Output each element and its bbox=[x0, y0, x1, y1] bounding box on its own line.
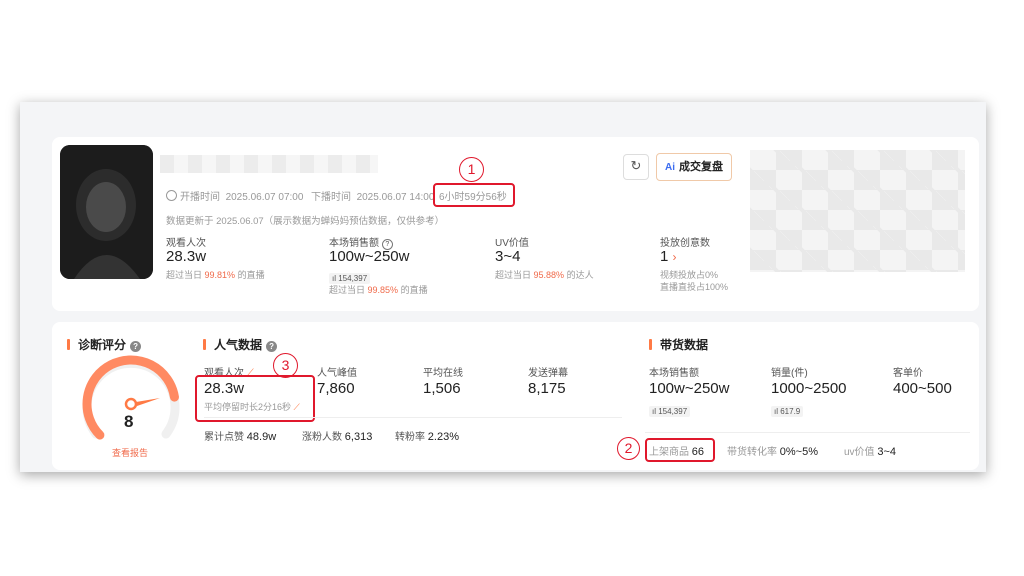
stat-viewers-label: 观看人次 bbox=[166, 238, 206, 249]
goods-volume-chip: ıl 617.9 bbox=[771, 401, 804, 419]
pop-peak-label: 人气峰值 bbox=[317, 368, 357, 379]
update-note: 数据更新于 2025.06.07（展示数据为蝉妈妈预估数据，仅供参考） bbox=[166, 216, 445, 227]
goods-sales-chip: ıl 154,397 bbox=[649, 401, 691, 419]
stat-viewers-note: 超过当日 99.81% 的直播 bbox=[166, 270, 265, 280]
stat-viewers-value: 28.3w bbox=[166, 248, 207, 265]
pop-likes: 累计点赞 48.9w bbox=[204, 431, 277, 443]
bar-chart-icon: ıl bbox=[332, 274, 336, 283]
section-bar bbox=[67, 339, 70, 350]
ai-icon: Ai bbox=[665, 162, 675, 173]
streamer-name-blurred bbox=[160, 155, 378, 173]
pop-convert: 转粉率 2.23% bbox=[395, 431, 459, 443]
goods-sales-value: 100w~250w bbox=[649, 380, 730, 397]
stat-creative-label: 投放创意数 bbox=[660, 238, 710, 249]
pop-online-value: 1,506 bbox=[423, 380, 461, 397]
goods-sales-label: 本场销售额 bbox=[649, 368, 699, 379]
diagnosis-title: 诊断评分? bbox=[67, 336, 142, 353]
pop-peak-value: 7,860 bbox=[317, 380, 355, 397]
help-icon[interactable]: ? bbox=[266, 341, 278, 352]
section-bar bbox=[203, 339, 206, 350]
highlight-box-viewers bbox=[195, 375, 315, 422]
ai-review-button[interactable]: Ai 成交复盘 bbox=[656, 153, 732, 181]
view-report-link[interactable]: 查看报告 bbox=[112, 446, 148, 459]
stat-uv-note: 超过当日 95.88% 的达人 bbox=[495, 270, 594, 280]
streamer-avatar[interactable] bbox=[60, 145, 153, 279]
clock-icon bbox=[166, 190, 177, 201]
goods-volume-label: 销量(件) bbox=[771, 368, 808, 379]
stat-creative-value[interactable]: 1 › bbox=[660, 248, 677, 265]
goods-price-value: 400~500 bbox=[893, 380, 952, 397]
annotation-2: 2 bbox=[617, 437, 640, 460]
help-icon[interactable]: ? bbox=[130, 341, 142, 352]
pop-fans: 涨粉人数 6,313 bbox=[302, 431, 373, 443]
stat-sales-note: 超过当日 99.85% 的直播 bbox=[329, 285, 428, 295]
goods-title: 带货数据 bbox=[649, 336, 708, 353]
bar-chart-icon: ıl bbox=[652, 407, 656, 416]
live-cover-mosaic bbox=[750, 150, 965, 272]
chevron-right-icon: › bbox=[672, 250, 677, 264]
share-icon[interactable]: ↻ bbox=[623, 154, 649, 180]
section-bar bbox=[649, 339, 652, 350]
start-time: 开播时间 2025.06.07 07:00 bbox=[166, 188, 303, 203]
goods-price-label: 客单价 bbox=[893, 368, 923, 379]
pop-danmu-value: 8,175 bbox=[528, 380, 566, 397]
goods-uv: uv价值 3~4 bbox=[844, 446, 897, 458]
pop-danmu-label: 发送弹幕 bbox=[528, 368, 568, 379]
highlight-box-listed bbox=[645, 438, 715, 462]
stat-creative-line2: 直播直投占100% bbox=[660, 282, 729, 292]
highlight-box-duration bbox=[433, 183, 515, 207]
popularity-title: 人气数据? bbox=[203, 336, 278, 353]
divider bbox=[645, 432, 970, 433]
bar-chart-icon: ıl bbox=[774, 407, 778, 416]
goods-rate: 带货转化率 0%~5% bbox=[727, 446, 819, 458]
goods-volume-value: 1000~2500 bbox=[771, 380, 847, 397]
end-time: 下播时间 2025.06.07 14:00 bbox=[311, 192, 435, 203]
stat-uv-value: 3~4 bbox=[495, 248, 521, 265]
diagnosis-score: 8 bbox=[124, 412, 134, 431]
divider bbox=[204, 417, 622, 418]
stat-uv-label: UV价值 bbox=[495, 238, 529, 249]
pop-online-label: 平均在线 bbox=[423, 368, 463, 379]
annotation-3: 3 bbox=[273, 353, 298, 378]
stat-sales-value: 100w~250w bbox=[329, 248, 410, 265]
annotation-1: 1 bbox=[459, 157, 484, 182]
